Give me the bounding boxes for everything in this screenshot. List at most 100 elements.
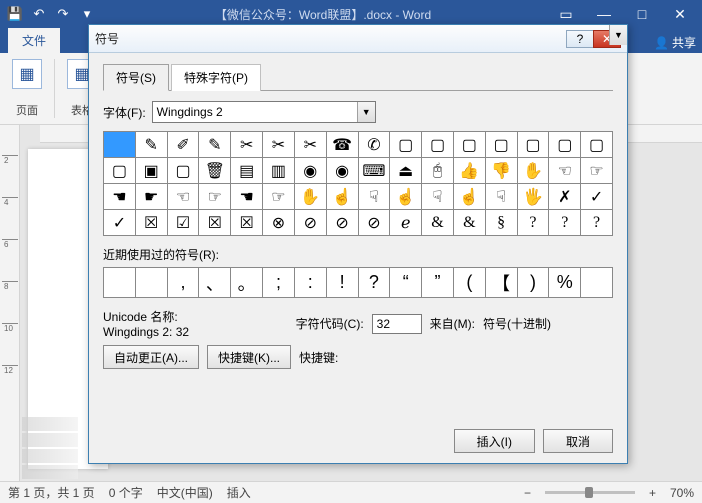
symbol-cell[interactable]: ✂: [231, 132, 263, 158]
symbol-cell[interactable]: ✆: [359, 132, 391, 158]
symbol-cell[interactable]: ℯ: [390, 210, 422, 236]
symbol-cell[interactable]: ☒: [199, 210, 231, 236]
zoom-in-icon[interactable]: +: [649, 486, 656, 500]
symbol-cell[interactable]: ☟: [359, 184, 391, 210]
zoom-out-icon[interactable]: −: [524, 486, 531, 500]
symbol-cell[interactable]: ⊘: [295, 210, 327, 236]
recent-cell[interactable]: [104, 268, 136, 298]
symbol-cell[interactable]: ✓: [581, 184, 613, 210]
recent-cell[interactable]: 、: [199, 268, 231, 298]
symbol-cell[interactable]: ☚: [104, 184, 136, 210]
symbol-cell[interactable]: ◉: [327, 158, 359, 184]
status-lang[interactable]: 中文(中国): [157, 484, 213, 501]
symbol-cell[interactable]: ✓: [104, 210, 136, 236]
qat-custom-icon[interactable]: ▾: [76, 3, 98, 25]
symbol-cell[interactable]: ▤: [231, 158, 263, 184]
recent-cell[interactable]: “: [390, 268, 422, 298]
symbol-cell[interactable]: ☒: [136, 210, 168, 236]
tab-special[interactable]: 特殊字符(P): [171, 64, 261, 91]
symbol-cell[interactable]: ✗: [549, 184, 581, 210]
symbol-cell[interactable]: ▣: [136, 158, 168, 184]
symbol-cell[interactable]: ☞: [263, 184, 295, 210]
symbol-cell[interactable]: ☚: [231, 184, 263, 210]
dialog-help-icon[interactable]: ?: [566, 30, 594, 48]
symbol-cell[interactable]: ☜: [549, 158, 581, 184]
symbol-cell[interactable]: ▢: [422, 132, 454, 158]
symbol-cell[interactable]: ☝: [327, 184, 359, 210]
ribbon-options-icon[interactable]: ▭: [548, 2, 584, 26]
insert-button[interactable]: 插入(I): [454, 429, 535, 453]
tab-symbols[interactable]: 符号(S): [103, 64, 169, 91]
symbol-cell[interactable]: ✋: [295, 184, 327, 210]
symbol-cell[interactable]: ?: [549, 210, 581, 236]
symbol-cell[interactable]: ☟: [422, 184, 454, 210]
from-select[interactable]: 符号(十进制) ▼: [483, 315, 613, 332]
symbol-cell[interactable]: ?: [518, 210, 550, 236]
symbol-cell[interactable]: ☒: [231, 210, 263, 236]
symbol-cell[interactable]: 🖐: [518, 184, 550, 210]
symbol-cell[interactable]: ▢: [454, 132, 486, 158]
recent-cell[interactable]: %: [549, 268, 581, 298]
symbol-cell[interactable]: ✐: [168, 132, 200, 158]
symbol-cell[interactable]: ✋: [518, 158, 550, 184]
recent-cell[interactable]: [136, 268, 168, 298]
share-button[interactable]: 👤 共享: [654, 34, 696, 51]
symbol-cell[interactable]: ☞: [199, 184, 231, 210]
symbol-cell[interactable]: &: [454, 210, 486, 236]
recent-cell[interactable]: ;: [263, 268, 295, 298]
autocorrect-button[interactable]: 自动更正(A)...: [103, 345, 199, 369]
symbol-cell[interactable]: ☟: [486, 184, 518, 210]
symbol-cell[interactable]: ⊗: [263, 210, 295, 236]
minimize-icon[interactable]: —: [586, 2, 622, 26]
symbol-cell[interactable]: ✎: [136, 132, 168, 158]
close-icon[interactable]: ✕: [662, 2, 698, 26]
symbol-cell[interactable]: ▢: [486, 132, 518, 158]
symbol-cell[interactable]: ▢: [581, 132, 613, 158]
symbol-cell[interactable]: [104, 132, 136, 158]
symbol-cell[interactable]: 👎: [486, 158, 518, 184]
recent-cell[interactable]: :: [295, 268, 327, 298]
recent-cell[interactable]: ?: [359, 268, 391, 298]
zoom-value[interactable]: 70%: [670, 486, 694, 500]
status-page[interactable]: 第 1 页，共 1 页: [8, 484, 95, 501]
font-select[interactable]: Wingdings 2 ▼: [152, 101, 376, 123]
symbol-cell[interactable]: ◉: [295, 158, 327, 184]
redo-icon[interactable]: ↷: [52, 3, 74, 25]
save-icon[interactable]: 💾: [4, 3, 26, 25]
symbol-cell[interactable]: ▢: [104, 158, 136, 184]
symbol-cell[interactable]: ☎: [327, 132, 359, 158]
symbol-cell[interactable]: ⌨: [359, 158, 391, 184]
code-input[interactable]: [372, 314, 422, 334]
symbol-cell[interactable]: 👍: [454, 158, 486, 184]
symbol-cell[interactable]: ▢: [549, 132, 581, 158]
symbol-cell[interactable]: ☜: [168, 184, 200, 210]
status-words[interactable]: 0 个字: [109, 484, 143, 501]
symbol-cell[interactable]: ☝: [454, 184, 486, 210]
symbol-cell[interactable]: ⏏: [390, 158, 422, 184]
symbol-cell[interactable]: 🗑: [199, 158, 231, 184]
cancel-button[interactable]: 取消: [543, 429, 613, 453]
status-mode[interactable]: 插入: [227, 484, 251, 501]
symbol-cell[interactable]: ☝: [390, 184, 422, 210]
recent-cell[interactable]: ”: [422, 268, 454, 298]
symbol-cell[interactable]: 🖰: [422, 158, 454, 184]
symbol-cell[interactable]: ?: [581, 210, 613, 236]
symbol-cell[interactable]: ▢: [390, 132, 422, 158]
undo-icon[interactable]: ↶: [28, 3, 50, 25]
symbol-cell[interactable]: ✂: [295, 132, 327, 158]
recent-cell[interactable]: !: [327, 268, 359, 298]
symbol-cell[interactable]: ▥: [263, 158, 295, 184]
recent-cell[interactable]: 【: [486, 268, 518, 298]
recent-cell[interactable]: (: [454, 268, 486, 298]
tab-file[interactable]: 文件: [8, 28, 60, 53]
dialog-titlebar[interactable]: 符号 ? ✕: [89, 25, 627, 53]
symbol-cell[interactable]: &: [422, 210, 454, 236]
recent-cell[interactable]: [581, 268, 613, 298]
symbol-cell[interactable]: ✂: [263, 132, 295, 158]
symbol-cell[interactable]: ▢: [168, 158, 200, 184]
group-page[interactable]: ▦ 页面: [6, 57, 48, 120]
symbol-cell[interactable]: ▢: [518, 132, 550, 158]
maximize-icon[interactable]: □: [624, 2, 660, 26]
recent-cell[interactable]: 。: [231, 268, 263, 298]
recent-cell[interactable]: ): [518, 268, 550, 298]
